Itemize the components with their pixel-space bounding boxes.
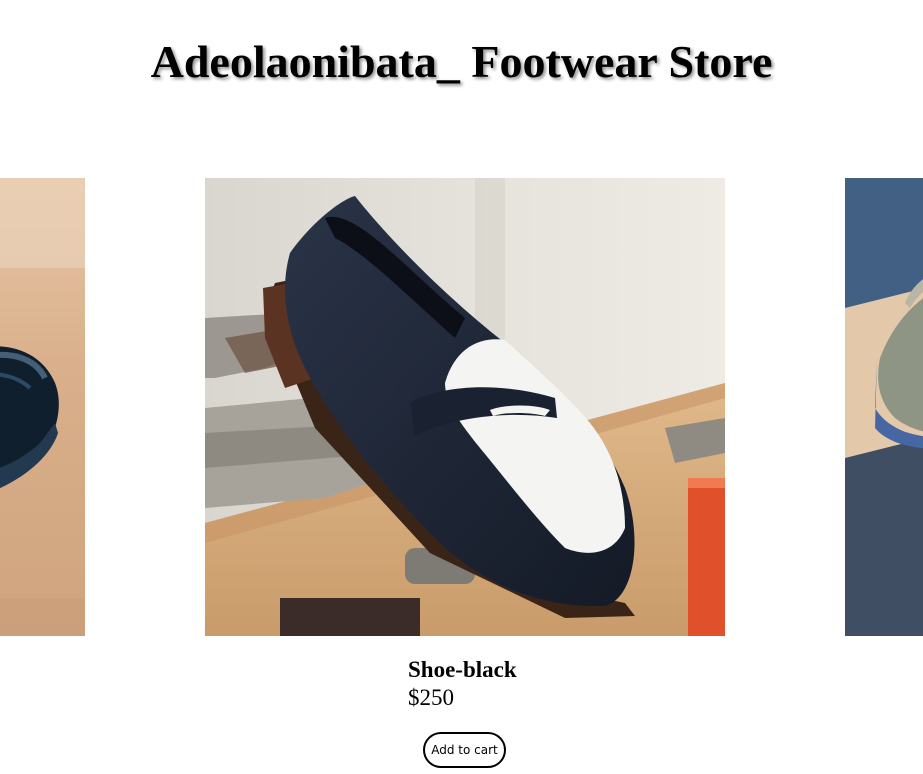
store-title: Adeolaonibata_ Footwear Store xyxy=(150,36,773,87)
grey-suede-shoe-image xyxy=(845,178,923,636)
carousel-slide-next[interactable] xyxy=(845,178,923,636)
product-name: Shoe-black xyxy=(408,657,517,682)
dark-leather-shoe-image xyxy=(0,178,85,636)
product-carousel[interactable] xyxy=(0,178,923,636)
carousel-slide-previous[interactable] xyxy=(0,178,85,636)
add-to-cart-button[interactable]: Add to cart xyxy=(423,732,506,768)
carousel-slide-current[interactable] xyxy=(205,178,725,636)
black-white-suede-loafer-image xyxy=(205,178,725,636)
product-price: $250 xyxy=(408,685,454,710)
